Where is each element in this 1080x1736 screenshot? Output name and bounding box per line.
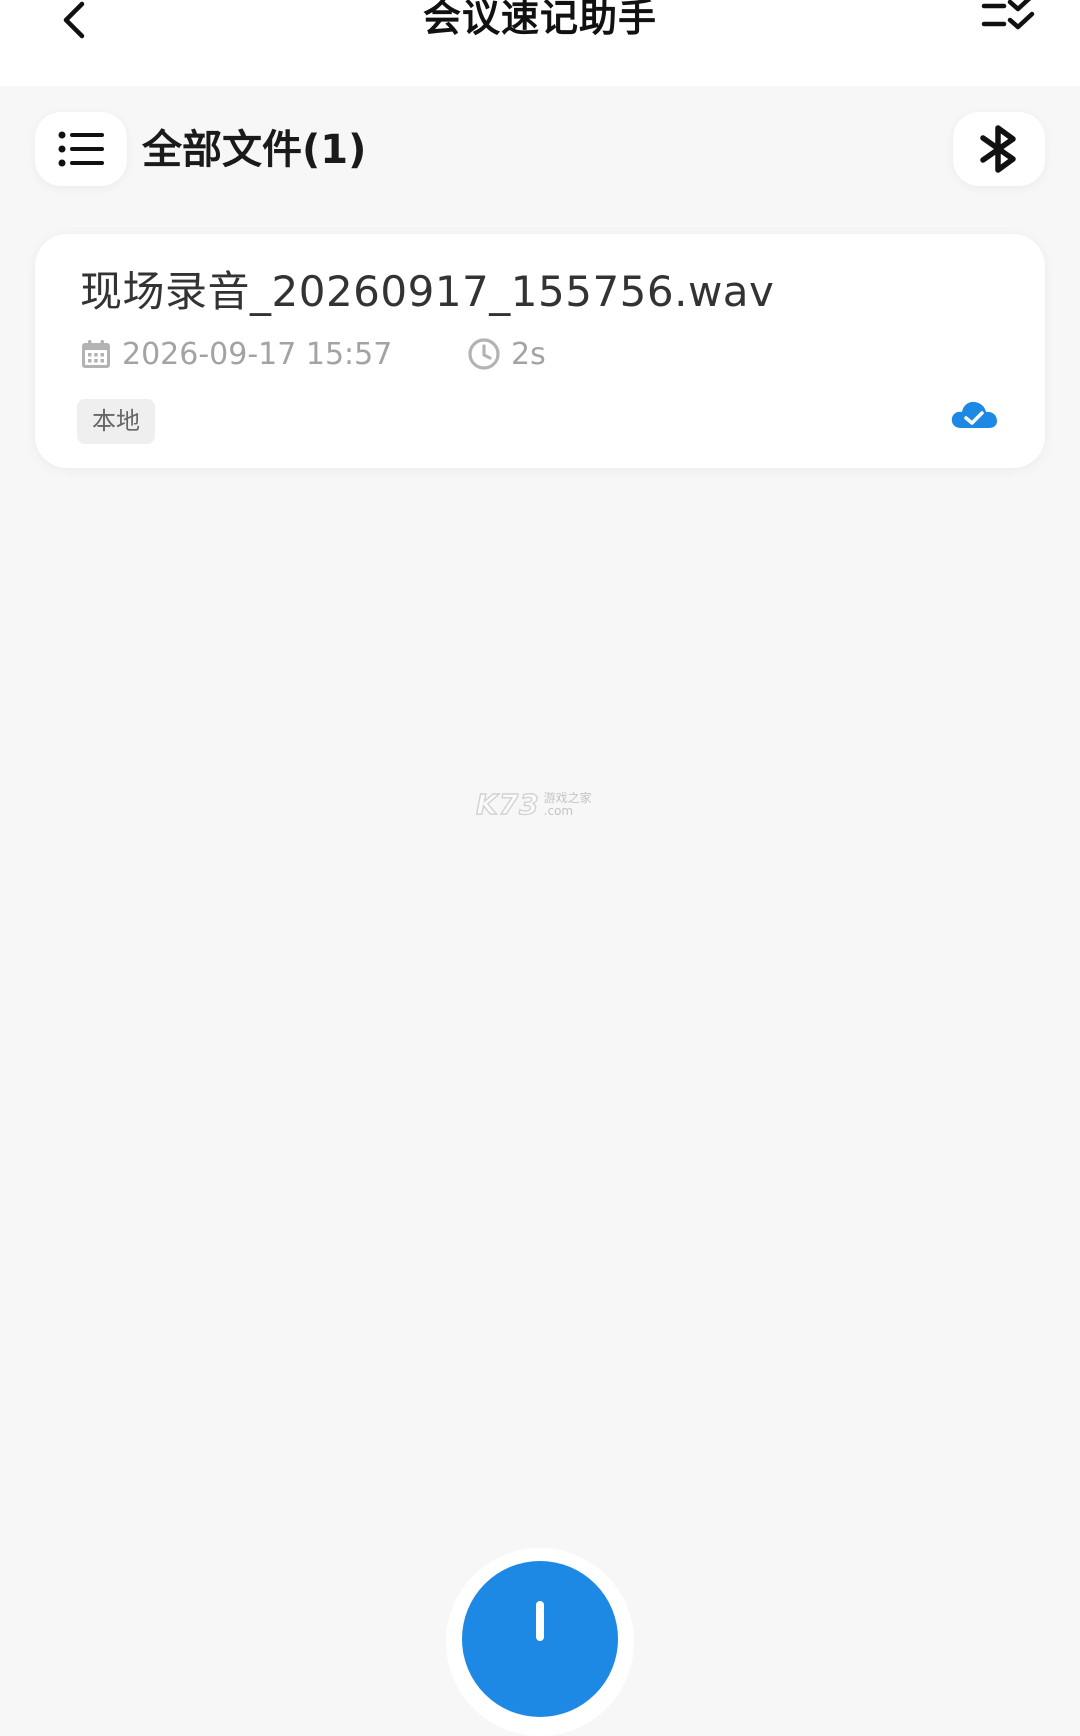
calendar-icon: [82, 340, 110, 368]
file-duration-text: 2s: [511, 336, 546, 372]
file-date-text: 2026-09-17 15:57: [122, 336, 393, 372]
file-duration: 2s: [467, 334, 546, 374]
file-list-menu-button[interactable]: [35, 112, 127, 186]
watermark-small: 游戏之家 .com: [543, 790, 592, 818]
watermark-logo: K73 游戏之家 .com: [475, 787, 592, 821]
bluetooth-icon: [980, 125, 1016, 173]
add-recording-button[interactable]: [462, 1561, 618, 1717]
watermark-small-bottom: .com: [543, 803, 574, 818]
batch-select-button[interactable]: [980, 0, 1040, 38]
file-date: 2026-09-17 15:57: [80, 334, 392, 374]
page-title: 会议速记助手: [422, 0, 657, 40]
files-section-title: 全部文件(1): [142, 127, 367, 173]
bluetooth-button[interactable]: [953, 112, 1045, 186]
watermark-big: K73: [475, 787, 540, 821]
app-header: 会议速记助手: [0, 0, 1080, 86]
file-name: 现场录音_20260917_155756.wav: [80, 267, 775, 316]
watermark-small-top: 游戏之家: [543, 790, 592, 805]
plus-icon: [536, 1601, 544, 1641]
storage-tag: 本地: [77, 399, 155, 444]
checklist-icon: [981, 0, 1035, 30]
file-card[interactable]: 现场录音_20260917_155756.wav 2026-09-17 15:5…: [35, 234, 1045, 468]
clock-icon: [468, 338, 500, 370]
cloud-check-icon: [951, 401, 997, 428]
list-icon: [58, 131, 104, 167]
